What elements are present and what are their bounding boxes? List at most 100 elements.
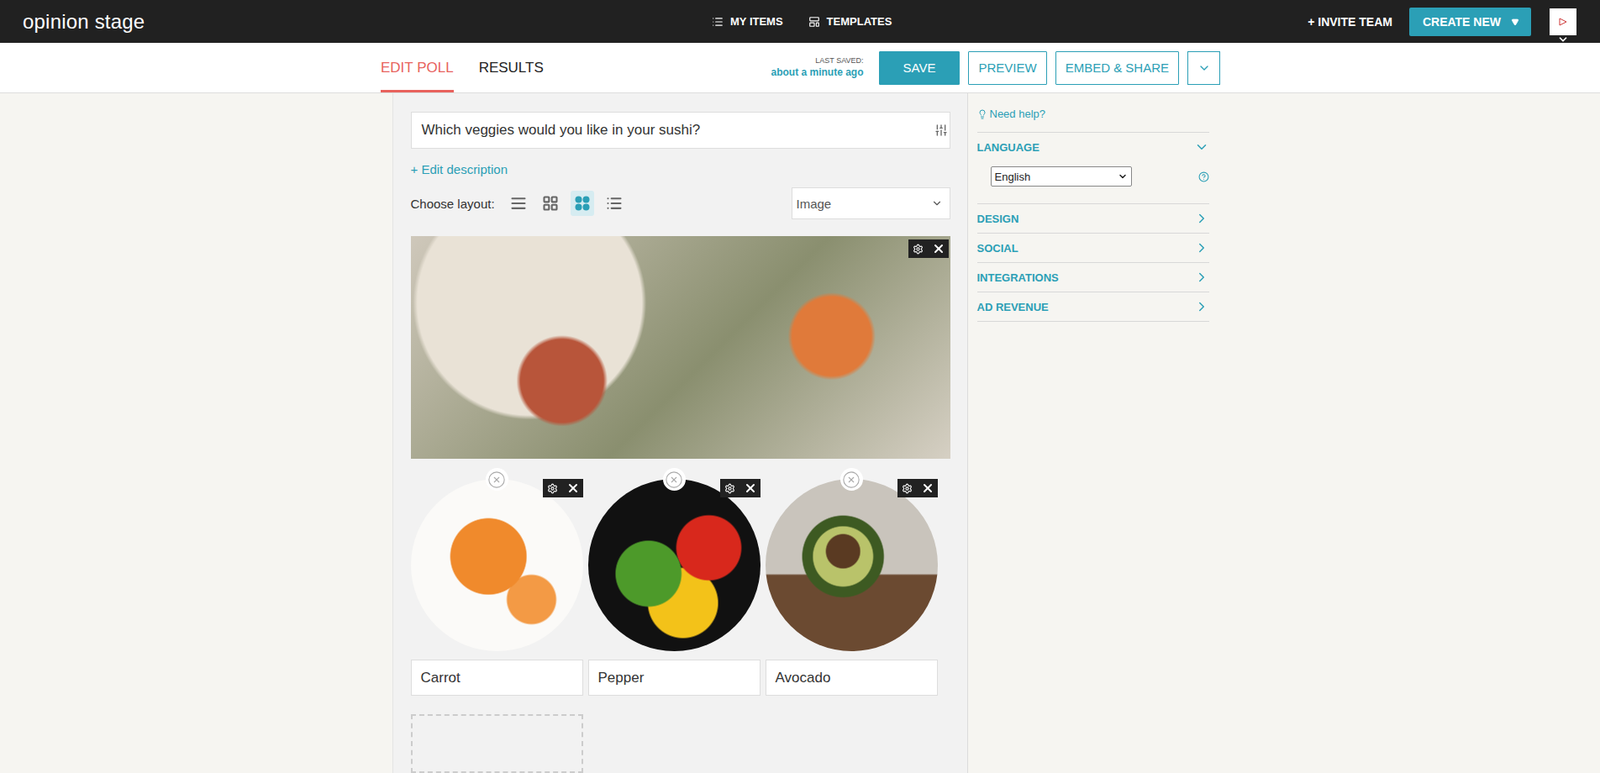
create-new-button[interactable]: CREATE NEW <box>1409 7 1532 37</box>
settings-section: SOCIAL <box>977 232 1210 263</box>
section-header[interactable]: INTEGRATIONS <box>977 263 1210 292</box>
poll-editor: Which veggies would you like in your sus… <box>392 93 969 773</box>
nav-item[interactable]: MY ITEMS <box>711 15 784 28</box>
last-saved: LAST SAVED:about a minute ago <box>771 55 864 79</box>
toolbar-button[interactable]: EMBED & SHARE <box>1055 51 1179 85</box>
remove-button[interactable] <box>563 478 584 498</box>
templates-icon <box>808 15 821 28</box>
toolbar-button[interactable]: SAVE <box>878 51 961 85</box>
settings-section: DESIGN <box>977 203 1210 233</box>
image-tools <box>908 239 949 258</box>
gear-icon <box>912 243 924 255</box>
option-image <box>410 478 584 652</box>
language-select[interactable]: English <box>990 166 1132 187</box>
option-input[interactable]: Avocado <box>765 659 938 696</box>
option: Pepper <box>588 478 761 696</box>
help-link[interactable]: Need help? <box>977 107 1210 121</box>
chevron-right-icon <box>1194 299 1210 315</box>
logo[interactable]: opinion stage <box>22 10 712 34</box>
settings-button[interactable] <box>720 478 741 498</box>
layout-label: Choose layout: <box>410 196 495 211</box>
options: CarrotPepperAvocado <box>410 478 951 696</box>
section-header[interactable]: AD REVENUE <box>977 292 1210 322</box>
circles-layout-icon <box>574 195 590 211</box>
gear-icon <box>901 483 913 495</box>
page: opinion stageMY ITEMS TEMPLATES + INVITE T… <box>0 0 1600 773</box>
remove-option-button[interactable] <box>663 468 686 491</box>
media-type-select[interactable]: Image <box>791 187 951 220</box>
editor-toolbar: EDIT POLL RESULTS LAST SAVED:about a minut… <box>0 42 1600 94</box>
circle-x-icon <box>487 470 506 490</box>
settings-button[interactable] <box>897 478 918 498</box>
list-layout-icon <box>605 194 623 212</box>
remove-option-button[interactable] <box>485 468 509 491</box>
close-icon <box>743 481 758 495</box>
layout-row: Choose layout: Image <box>410 187 951 220</box>
section-header[interactable]: DESIGN <box>977 204 1210 233</box>
section-header[interactable]: LANGUAGE <box>977 132 1210 162</box>
option-input[interactable]: Pepper <box>588 659 761 696</box>
avatar[interactable] <box>1549 8 1577 36</box>
image-tools <box>897 478 938 498</box>
image-tools <box>542 478 584 498</box>
section-header[interactable]: SOCIAL <box>977 233 1210 263</box>
gear-icon <box>547 483 558 495</box>
chevron-down-icon <box>1194 139 1210 155</box>
option-image <box>588 478 761 652</box>
settings-sidebar: Need help? LANGUAGE English DESIGNSOCIALINT… <box>968 93 1210 773</box>
main-nav: MY ITEMS TEMPLATES <box>711 15 1308 28</box>
settings-button[interactable] <box>908 239 929 258</box>
settings-section: INTEGRATIONS <box>977 262 1210 292</box>
edit-description-link[interactable]: + Edit description <box>410 162 951 177</box>
tab[interactable]: RESULTS <box>478 42 544 93</box>
add-option-box[interactable] <box>410 714 584 773</box>
option-input[interactable]: Carrot <box>410 659 584 696</box>
settings-section: LANGUAGE English <box>977 131 1210 204</box>
settings-button[interactable] <box>542 478 564 498</box>
gear-icon <box>724 483 736 495</box>
rows-layout-icon <box>510 194 527 212</box>
chevron-down-icon <box>1197 61 1211 75</box>
option: Avocado <box>765 478 938 696</box>
grid-layout-icon <box>542 194 559 212</box>
toolbar-button[interactable]: PREVIEW <box>968 51 1047 85</box>
option-image <box>765 478 938 652</box>
invite-team-link[interactable]: + INVITE TEAM <box>1307 15 1393 29</box>
settings-section: AD REVENUE <box>977 291 1210 322</box>
chevron-down-icon <box>1117 171 1128 182</box>
lightbulb-icon <box>977 109 988 120</box>
option: Carrot <box>410 478 584 696</box>
tabs: EDIT POLL RESULTS <box>380 42 772 93</box>
toolbar-actions: LAST SAVED:about a minute ago SAVEPREVIEW… <box>771 42 1221 93</box>
close-icon <box>921 481 935 495</box>
caret-down-icon <box>1510 17 1520 27</box>
top-bar: opinion stageMY ITEMS TEMPLATES + INVITE T… <box>0 0 1600 43</box>
chevron-down-icon <box>1557 33 1569 46</box>
chevron-right-icon <box>1194 210 1210 227</box>
tab[interactable]: EDIT POLL <box>380 42 454 93</box>
more-button[interactable] <box>1187 51 1221 85</box>
circle-x-icon <box>664 470 684 490</box>
header-actions: + INVITE TEAM CREATE NEW <box>1307 7 1577 37</box>
layout-button[interactable] <box>570 190 595 216</box>
close-icon <box>566 481 580 495</box>
list-icon <box>711 15 724 28</box>
nav-item[interactable]: TEMPLATES <box>808 15 893 28</box>
remove-button[interactable] <box>928 239 949 258</box>
chevron-down-icon <box>931 197 943 210</box>
circle-x-icon <box>842 470 861 490</box>
image-tools <box>720 478 761 498</box>
remove-button[interactable] <box>740 478 761 498</box>
layout-button[interactable] <box>506 190 531 216</box>
help-icon[interactable] <box>1198 171 1210 183</box>
avatar-logo-icon <box>1557 15 1569 28</box>
workspace: Which veggies would you like in your sus… <box>0 93 1600 773</box>
layout-button[interactable] <box>602 190 627 216</box>
chevron-right-icon <box>1194 240 1210 256</box>
chevron-right-icon <box>1194 269 1210 285</box>
remove-button[interactable] <box>917 478 938 498</box>
remove-option-button[interactable] <box>840 468 864 491</box>
layout-button[interactable] <box>538 190 563 216</box>
question-field[interactable]: Which veggies would you like in your sus… <box>410 111 951 149</box>
close-icon <box>931 242 946 256</box>
